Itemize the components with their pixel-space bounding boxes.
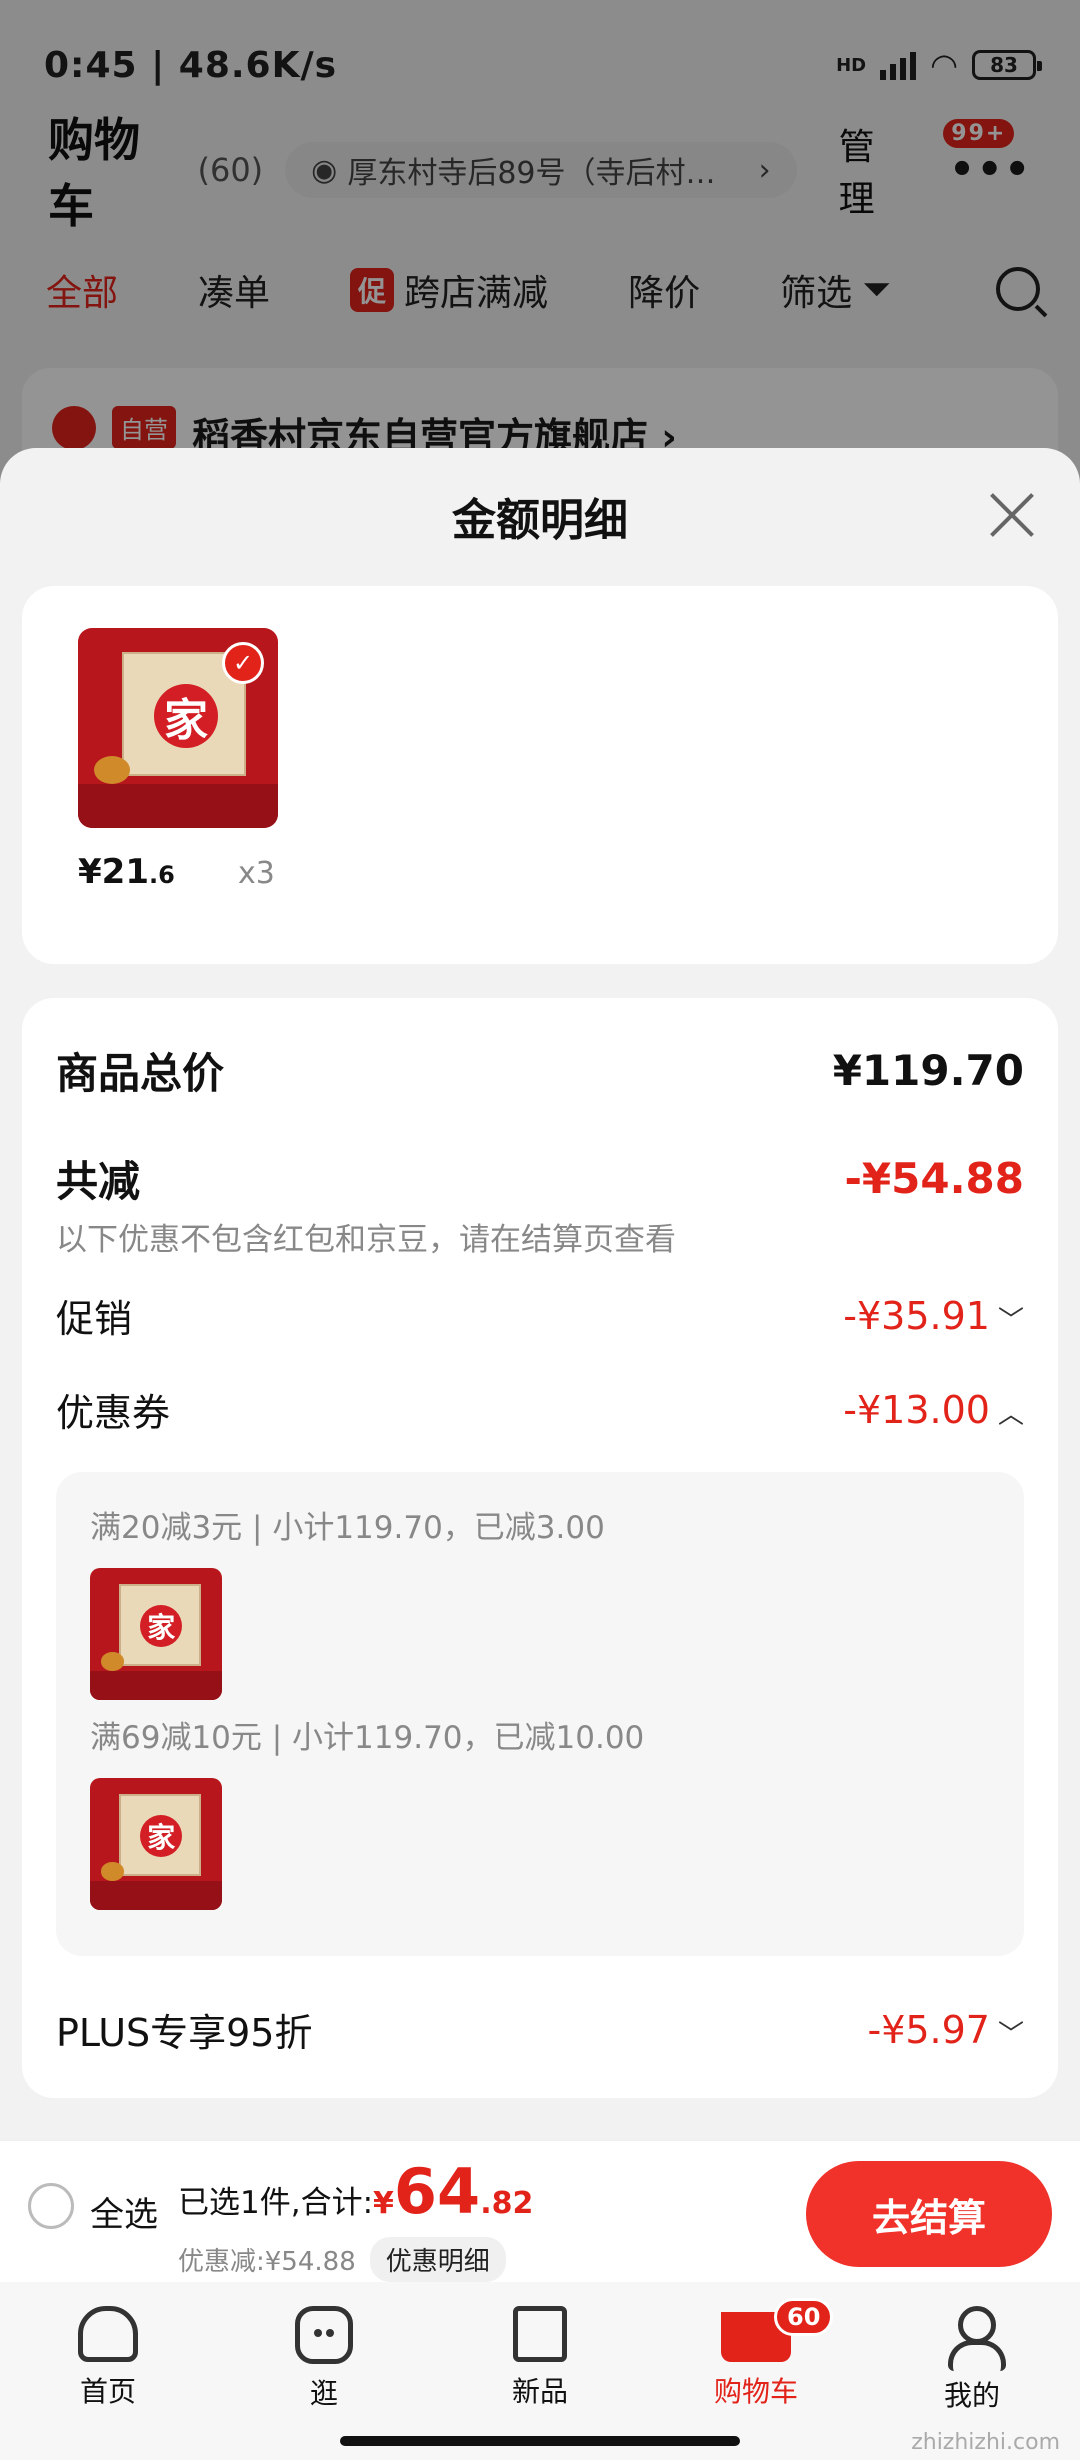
- coupon-value: -¥13.00: [843, 1387, 990, 1432]
- amount-detail-card: 商品总价 ¥119.70 共减 -¥54.88 以下优惠不包含红包和京豆，请在结…: [22, 998, 1058, 2098]
- sheet-title: 金额明细: [452, 495, 628, 546]
- chevron-down-icon: ﹀: [997, 1305, 1024, 1336]
- coupon-detail-box: 满20减3元 | 小计119.70，已减3.00 家 满69减10元 | 小计1…: [56, 1472, 1024, 1956]
- coupon-desc: 满20减3元 | 小计119.70，已减3.00: [90, 1510, 605, 1546]
- summary-amount-int: 64: [393, 2155, 481, 2228]
- select-all-radio[interactable]: [28, 2183, 74, 2229]
- promo-value: -¥35.91: [843, 1293, 990, 1338]
- product-card: 家 ✓ ¥21.6 x3: [22, 586, 1058, 964]
- total-label: 商品总价: [56, 1049, 225, 1098]
- user-icon: [944, 2306, 1006, 2371]
- watermark: zhizhizhi.com: [911, 2430, 1060, 2455]
- product-art: 家: [90, 1568, 222, 1700]
- browse-icon: [295, 2306, 353, 2364]
- promo-row[interactable]: 促销 -¥35.91 ﹀: [56, 1288, 1024, 1343]
- saved-amount: 优惠减:¥54.88: [178, 2247, 356, 2277]
- summary-amount-dec: .82: [480, 2186, 534, 2221]
- coupon-row[interactable]: 优惠券 -¥13.00 ︿: [56, 1382, 1024, 1437]
- product-art: 家: [90, 1778, 222, 1910]
- reduce-label: 共减: [56, 1157, 141, 1206]
- summary-currency: ¥: [373, 2186, 394, 2221]
- art-mooncake: [100, 1652, 125, 1671]
- tab-new[interactable]: 新品: [432, 2282, 648, 2460]
- reduce-row: 共减 -¥54.88: [56, 1148, 1024, 1209]
- cart-badge: 60: [774, 2298, 834, 2336]
- art-stage: [78, 784, 278, 828]
- coupon-desc: 满69减10元 | 小计119.70，已减10.00: [90, 1720, 645, 1756]
- chevron-down-icon: ﹀: [997, 2019, 1024, 2050]
- tab-home[interactable]: 首页: [0, 2282, 216, 2460]
- checkout-bar: 全选 已选1件,合计: ¥ 64 .82 优惠减:¥54.88 优惠明细 去结算: [0, 2140, 1080, 2282]
- total-row: 商品总价 ¥119.70: [56, 1040, 1024, 1101]
- tab-cart-label: 购物车: [713, 2375, 798, 2408]
- summary-prefix: 已选1件,合计:: [178, 2185, 374, 2221]
- tab-me-label: 我的: [943, 2379, 1000, 2412]
- saved-line: 优惠减:¥54.88 优惠明细: [178, 2237, 506, 2282]
- plus-label: PLUS专享95折: [56, 2011, 313, 2055]
- product-price-int: ¥21: [78, 852, 149, 892]
- art-stage: [90, 1670, 222, 1700]
- product-quantity: x3: [238, 856, 275, 891]
- chevron-up-icon: ︿: [997, 1399, 1024, 1430]
- reduce-value: -¥54.88: [844, 1154, 1024, 1203]
- product-image[interactable]: 家 ✓: [78, 628, 278, 828]
- art-stage: [90, 1880, 222, 1910]
- coupon-label: 优惠券: [56, 1391, 171, 1435]
- close-icon[interactable]: [988, 490, 1036, 538]
- tab-cart[interactable]: 60 购物车: [648, 2282, 864, 2460]
- tab-browse[interactable]: 逛: [216, 2282, 432, 2460]
- select-all-label[interactable]: 全选: [90, 2187, 158, 2236]
- discount-detail-button[interactable]: 优惠明细: [369, 2237, 506, 2282]
- plus-value: -¥5.97: [867, 2007, 990, 2052]
- art-mooncake: [100, 1862, 125, 1881]
- total-summary: 已选1件,合计: ¥ 64 .82: [178, 2161, 533, 2223]
- amount-detail-sheet: 金额明细 家 ✓ ¥21.6 x3 商品总价 ¥119.70 共减 -¥54.8…: [0, 448, 1080, 2148]
- coupon-product-image: 家: [90, 1778, 222, 1910]
- tab-home-label: 首页: [79, 2375, 136, 2408]
- product-price: ¥21.6: [78, 852, 175, 892]
- coupon-product-image: 家: [90, 1568, 222, 1700]
- promo-label: 促销: [56, 1297, 133, 1341]
- plus-value-wrap: -¥5.97 ﹀: [867, 2008, 1024, 2052]
- product-price-dec: .6: [148, 861, 175, 889]
- tab-browse-label: 逛: [309, 2377, 338, 2410]
- coupon-value-wrap: -¥13.00 ︿: [843, 1388, 1024, 1432]
- promo-value-wrap: -¥35.91 ﹀: [843, 1294, 1024, 1338]
- plus-row[interactable]: PLUS专享95折 -¥5.97 ﹀: [56, 2002, 1024, 2057]
- checkout-button[interactable]: 去结算: [806, 2161, 1052, 2267]
- art-mooncake: [94, 756, 130, 784]
- discount-note: 以下优惠不包含红包和京豆，请在结算页查看: [56, 1222, 676, 1258]
- home-icon: [78, 2306, 138, 2362]
- total-value: ¥119.70: [832, 1046, 1024, 1095]
- check-icon: ✓: [222, 642, 264, 684]
- tab-new-label: 新品: [511, 2375, 568, 2408]
- art-seal: 家: [154, 684, 218, 748]
- home-indicator[interactable]: [340, 2436, 740, 2446]
- cube-icon: [513, 2306, 567, 2362]
